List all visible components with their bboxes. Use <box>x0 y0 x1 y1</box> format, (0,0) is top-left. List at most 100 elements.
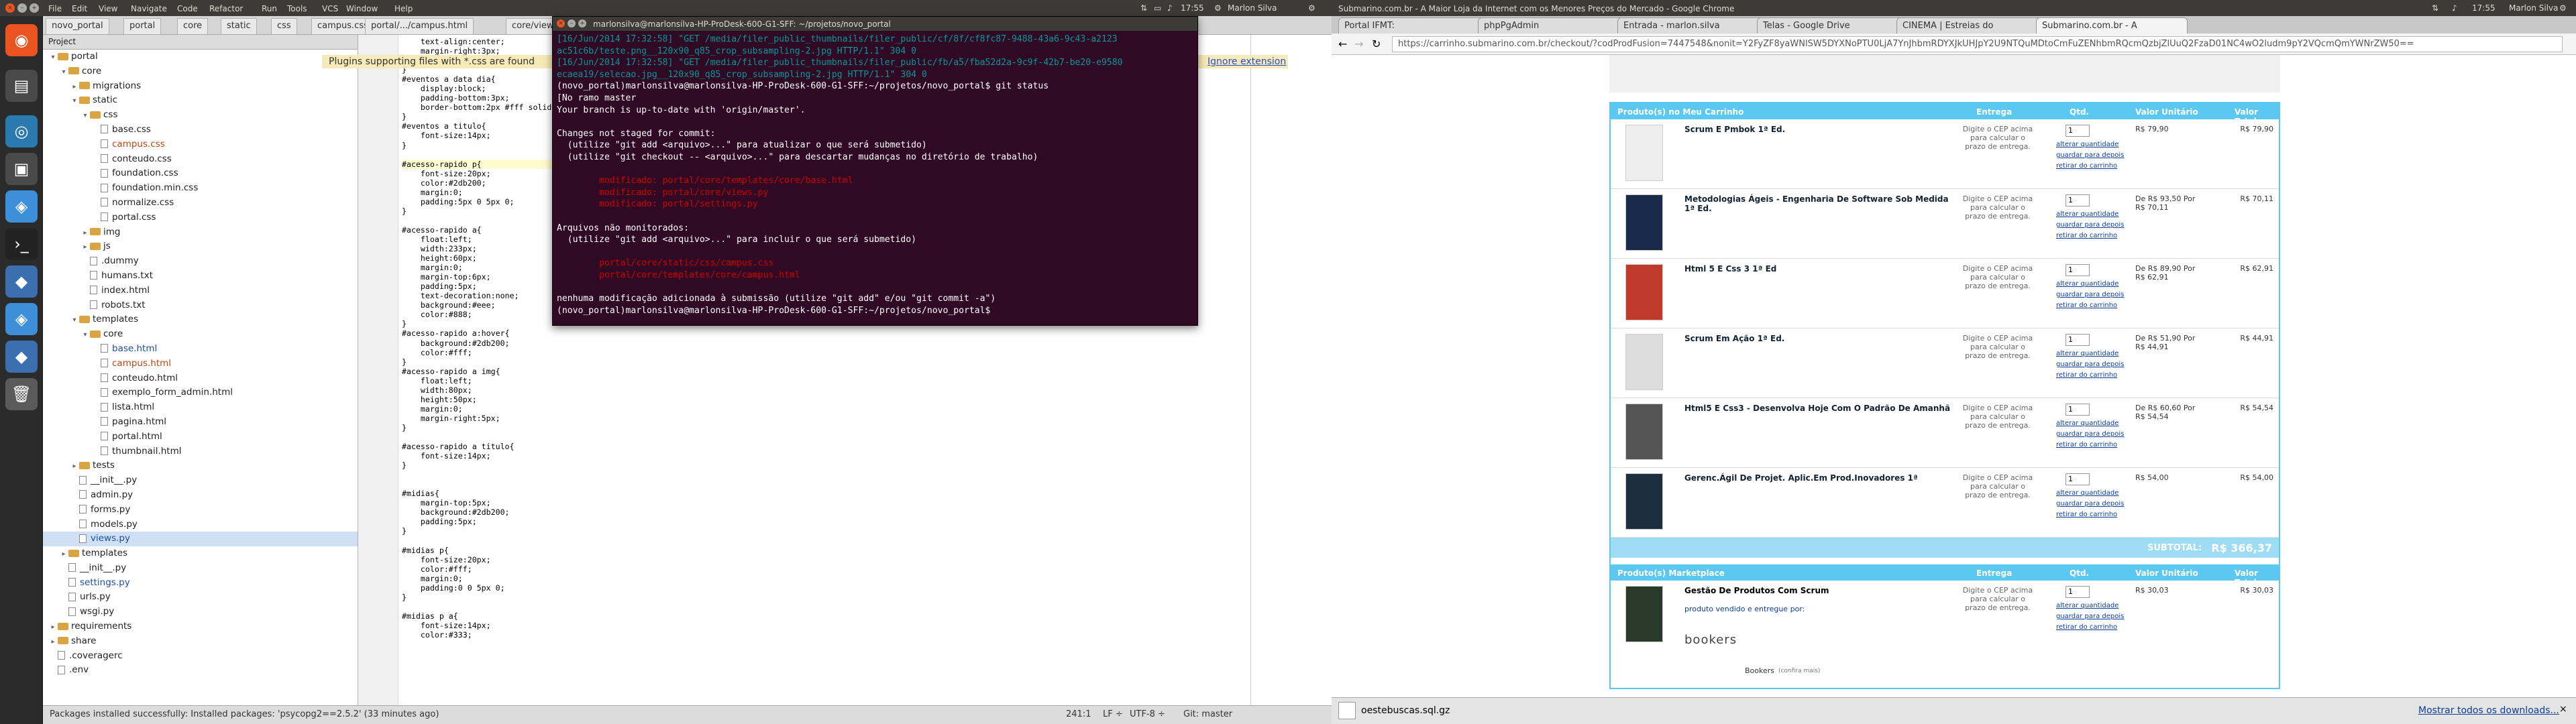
product-name[interactable]: Metodologias Ágeis - Engenharia De Softw… <box>1684 194 1953 213</box>
encoding[interactable]: UTF-8 ÷ <box>1130 709 1165 719</box>
tree-file[interactable]: .coveragerc <box>43 649 358 664</box>
tree-file[interactable]: exemplo_form_admin.html <box>43 385 358 400</box>
code-line[interactable] <box>402 470 556 479</box>
remove-link[interactable]: retirar do carrinho <box>2056 371 2117 379</box>
tree-folder[interactable]: ▾ core <box>43 64 358 79</box>
pgadmin-icon[interactable]: ◆ <box>5 265 38 298</box>
status-message[interactable]: Packages installed successfully: Install… <box>50 709 439 719</box>
tree-file[interactable]: base.html <box>43 342 358 357</box>
menu-file[interactable]: File <box>48 4 62 13</box>
menu-tools[interactable]: Tools <box>287 4 307 13</box>
code-line[interactable]: #acesso-rapido p{ <box>402 159 557 169</box>
chevron-down-icon[interactable]: ▾ <box>48 50 58 65</box>
code-line[interactable]: padding:0 0 5px 0; <box>402 583 556 593</box>
tree-file[interactable]: campus.html <box>43 357 358 371</box>
terminal-window[interactable]: × – + marlonsilva@marlonsilva-HP-ProDesk… <box>552 16 1198 326</box>
code-line[interactable]: display:block; <box>402 84 556 93</box>
project-header[interactable]: Project <box>43 35 358 50</box>
quantity-input[interactable]: 1 <box>2065 264 2090 276</box>
close-icon[interactable]: × <box>2559 704 2567 715</box>
remove-link[interactable]: retirar do carrinho <box>2056 511 2117 518</box>
chevron-right-icon[interactable]: ▸ <box>48 635 58 650</box>
trash-icon[interactable]: 🗑 <box>5 378 38 410</box>
volume-icon[interactable]: ♪ <box>2452 3 2457 13</box>
code-line[interactable]: height:50px; <box>402 395 556 404</box>
clock[interactable]: 17:55 <box>1181 3 1204 13</box>
code-line[interactable]: color:#fff; <box>402 564 556 574</box>
code-line[interactable]: margin:0; <box>402 574 556 583</box>
tree-file[interactable]: portal.html <box>43 430 358 444</box>
tree-file[interactable]: portal.css <box>43 210 358 225</box>
maximize-window-icon[interactable]: + <box>578 19 586 27</box>
tree-file[interactable]: views.py <box>43 532 358 547</box>
code-line[interactable]: } <box>402 526 556 536</box>
tree-file[interactable]: normalize.css <box>43 196 358 210</box>
app-icon[interactable]: ◈ <box>5 190 38 223</box>
chevron-down-icon[interactable]: ▾ <box>70 313 79 328</box>
code-line[interactable]: } <box>402 206 556 216</box>
code-line[interactable]: background:#2db200; <box>402 507 556 517</box>
save-for-later-link[interactable]: guardar para depois <box>2056 500 2124 507</box>
code-line[interactable] <box>402 479 556 489</box>
tree-folder[interactable]: ▸ templates <box>43 546 358 561</box>
code-line[interactable]: #midias p{ <box>402 546 556 555</box>
tree-file[interactable]: urls.py <box>43 590 358 605</box>
code-line[interactable]: margin-top:6px; <box>402 272 556 282</box>
close-window-icon[interactable]: × <box>5 3 15 13</box>
code-line[interactable]: } <box>402 357 556 367</box>
code-line[interactable]: margin:0; <box>402 263 556 272</box>
quantity-input[interactable]: 1 <box>2065 334 2090 346</box>
url-bar[interactable]: https://carrinho.submarino.com.br/checko… <box>1392 36 2563 52</box>
chevron-right-icon[interactable]: ▸ <box>70 459 79 474</box>
product-image[interactable] <box>1625 264 1663 320</box>
remove-link[interactable]: retirar do carrinho <box>2056 623 2117 631</box>
show-all-downloads-link[interactable]: Mostrar todos os downloads... <box>2418 705 2559 716</box>
tree-folder[interactable]: ▸ tests <box>43 459 358 473</box>
code-line[interactable]: #midias p a{ <box>402 611 556 621</box>
tree-folder[interactable]: ▾ css <box>43 108 358 123</box>
tab-submarino[interactable]: Submarino.com.br - A <box>2036 17 2188 34</box>
code-line[interactable]: } <box>402 112 556 121</box>
quantity-input[interactable]: 1 <box>2065 194 2090 206</box>
code-content[interactable]: text-align:center; margin-right:3px; col… <box>402 37 557 640</box>
gear-icon[interactable]: ⚙ <box>1308 3 1316 13</box>
menu-refactor[interactable]: Refactor <box>209 4 243 13</box>
chevron-right-icon[interactable]: ▸ <box>80 226 90 241</box>
ignore-extension-link[interactable]: Ignore extension <box>1208 56 1286 67</box>
code-line[interactable]: } <box>402 423 556 432</box>
crumb-core[interactable]: core <box>177 18 209 34</box>
product-image[interactable] <box>1625 404 1663 460</box>
tab-campus-html[interactable]: portal/.../campus.html <box>365 18 474 34</box>
forward-icon[interactable]: → <box>1354 38 1363 50</box>
tree-file[interactable]: base.css <box>43 123 358 137</box>
product-image[interactable] <box>1625 194 1663 251</box>
code-line[interactable] <box>402 216 556 225</box>
code-line[interactable] <box>402 536 556 545</box>
tab-portal-ifmt[interactable]: Portal IFMT: <box>1338 17 1490 34</box>
tree-file[interactable]: __init__.py <box>43 473 358 488</box>
code-line[interactable]: float:left; <box>402 376 556 385</box>
tree-file[interactable]: wsgi.py <box>43 605 358 619</box>
code-line[interactable]: #acesso-rapido a titulo{ <box>402 442 556 451</box>
menu-help[interactable]: Help <box>394 4 413 13</box>
code-line[interactable]: margin-right:3px; <box>402 46 556 56</box>
tree-folder[interactable]: ▸ requirements <box>43 619 358 634</box>
save-for-later-link[interactable]: guardar para depois <box>2056 152 2124 159</box>
code-line[interactable]: width:233px; <box>402 244 556 253</box>
alter-quantity-link[interactable]: alterar quantidade <box>2056 350 2118 357</box>
code-line[interactable]: font-size:20px; <box>402 555 556 564</box>
menu-edit[interactable]: Edit <box>72 4 87 13</box>
code-line[interactable]: text-decoration:none; <box>402 291 556 300</box>
line-separator[interactable]: LF ÷ <box>1103 709 1123 719</box>
keyboard-icon[interactable]: ▭ <box>1154 3 1161 13</box>
code-line[interactable] <box>402 602 556 611</box>
menu-code[interactable]: Code <box>177 4 198 13</box>
database-icon[interactable]: ◆ <box>5 341 38 373</box>
gear-icon[interactable]: ⚙ <box>2559 3 2567 13</box>
back-icon[interactable]: ← <box>1338 38 1347 50</box>
reload-icon[interactable]: ↻ <box>1372 38 1381 50</box>
code-line[interactable]: color:#2db200; <box>402 178 556 188</box>
menu-run[interactable]: Run <box>262 4 277 13</box>
seller-name[interactable]: Bookers <box>1745 666 1774 675</box>
tab-phppgadmin[interactable]: phpPgAdmin <box>1478 17 1629 34</box>
